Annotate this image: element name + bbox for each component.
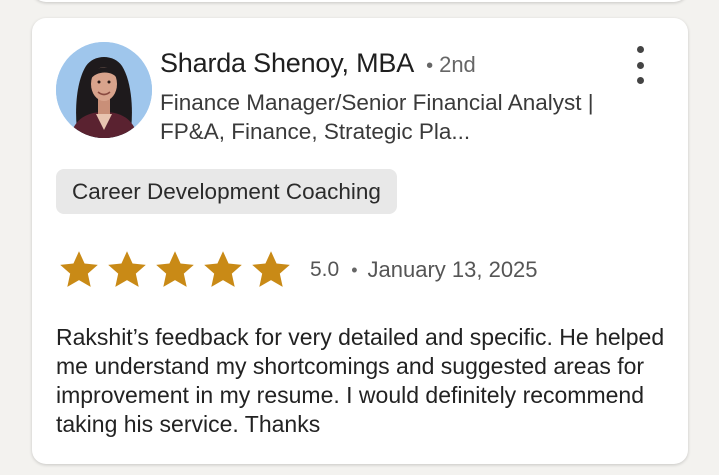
kebab-dot [636,77,644,84]
more-vertical-icon[interactable] [628,42,652,88]
star-icon [204,251,242,287]
star-icon [156,251,194,287]
avatar[interactable] [56,42,152,138]
star-icon [60,251,98,287]
star-icon [108,251,146,287]
rating-score: 5.0 [310,258,340,281]
connection-degree: 2nd [439,52,476,77]
star-rating [56,247,294,293]
reviewer-headline: Finance Manager/Senior Financial Analyst… [160,90,594,144]
star-icon [252,251,290,287]
avatar-photo [56,42,152,138]
kebab-dot [636,61,644,69]
connection-separator: • [426,55,434,77]
previous-review-card [32,0,688,2]
reviewer-name-row: Sharda Shenoy, MBA • 2nd [160,48,476,79]
kebab-dot [636,46,644,53]
review-card: Sharda Shenoy, MBA • 2nd Finance Manager… [32,18,688,464]
date-separator: • [351,259,358,280]
review-date: January 13, 2025 [367,257,538,282]
review-text: Rakshit’s feedback for very detailed and… [56,324,665,437]
service-tag: Career Development Coaching [56,169,397,214]
reviewer-name[interactable]: Sharda Shenoy, MBA [160,48,414,79]
rating-row: 5.0 • January 13, 2025 [56,246,538,294]
